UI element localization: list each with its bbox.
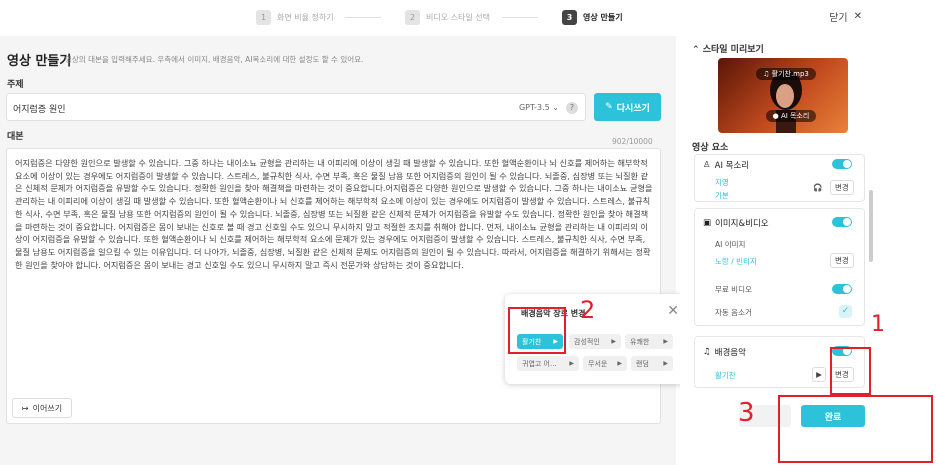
chevron-up-icon: ⌃: [692, 45, 700, 55]
annotation-box: [778, 395, 933, 463]
voice-tag: ● AI 목소리: [766, 110, 816, 122]
close-label: 닫기: [829, 13, 848, 24]
topic-input[interactable]: 어지럼증 원인 GPT-3.5 ⌄ ?: [6, 93, 586, 121]
voice-type: 기본: [715, 191, 729, 200]
rewrite-button[interactable]: ✎ 다시쓰기: [594, 93, 661, 121]
step-label: 비디오 스타일 선택: [426, 12, 490, 22]
mic-icon: ●: [772, 112, 781, 120]
music-card-title: ♫ 배경음악: [703, 346, 746, 358]
annotation-box: [830, 347, 871, 395]
play-icon[interactable]: ▶: [663, 360, 668, 367]
play-icon[interactable]: ▶: [663, 338, 668, 345]
continue-label: 이어쓰기: [32, 403, 63, 413]
image-style-value: 노랑 / 빈티지: [715, 257, 757, 266]
scrollbar[interactable]: [869, 190, 873, 262]
annotation-number: 3: [738, 398, 755, 428]
music-tag: ♫ 활기찬.mp3: [756, 68, 816, 80]
play-icon[interactable]: ▶: [611, 338, 616, 345]
step-divider: [502, 17, 538, 18]
voice-card-title: ♙ AI 목소리: [703, 159, 749, 171]
chip-label: 무서운: [588, 359, 608, 368]
music-note-icon: ♫: [763, 70, 772, 78]
close-icon[interactable]: ✕: [667, 303, 679, 319]
genre-chip[interactable]: 랜덤 ▶: [631, 356, 673, 371]
image-video-label: 이미지&비디오: [715, 219, 769, 229]
step-1[interactable]: 1 화면 비율 정하기: [256, 9, 334, 25]
script-panel: 영상 만들기 영상의 대본을 입력해주세요. 우측에서 이미지, 배경음악, A…: [0, 36, 676, 465]
step-divider: [345, 17, 381, 18]
annotation-number: 1: [871, 312, 885, 337]
music-tag-label: 활기찬.mp3: [771, 70, 809, 78]
rewrite-label: 다시쓰기: [616, 103, 650, 114]
model-select[interactable]: GPT-3.5 ⌄: [519, 103, 559, 112]
annotation-number: 2: [580, 296, 596, 324]
genre-chip[interactable]: 귀엽고 어... ▶: [517, 356, 579, 371]
page-subtitle: 영상의 대본을 입력해주세요. 우측에서 이미지, 배경음악, AI목소리에 대…: [65, 55, 364, 64]
elements-header: 영상 요소: [692, 143, 729, 153]
image-video-title: ▣ 이미지&비디오: [703, 217, 769, 229]
step-3[interactable]: 3 영상 만들기: [562, 9, 623, 25]
chip-label: 랜덤: [636, 359, 649, 368]
voice-title-label: AI 목소리: [714, 161, 750, 171]
step-number: 1: [256, 9, 271, 25]
style-preview-image: ♫ 활기찬.mp3 ● AI 목소리: [718, 58, 848, 133]
image-video-card: ▣ 이미지&비디오 AI 이미지 노랑 / 빈티지 변경 무료 비디오 자동 음소…: [694, 208, 865, 326]
free-video-label: 무료 비디오: [715, 285, 752, 294]
ai-image-label: AI 이미지: [715, 240, 746, 249]
style-preview-header[interactable]: ⌃ 스타일 미리보기: [692, 42, 764, 55]
continue-writing-button[interactable]: ↦ 이어쓰기: [12, 398, 72, 418]
play-icon[interactable]: ▶: [617, 360, 622, 367]
page-title: 영상 만들기: [7, 54, 72, 69]
model-label: GPT-3.5: [518, 103, 550, 112]
genre-chip[interactable]: 감성적인 ▶: [569, 334, 621, 349]
chip-label: 유쾌한: [630, 337, 650, 346]
arrow-right-icon: ↦: [21, 403, 29, 413]
step-label: 영상 만들기: [583, 12, 623, 22]
script-text: 어지럼증은 다양한 원인으로 발생할 수 있습니다. 그중 하나는 내이소뇨 균…: [15, 158, 653, 270]
free-video-toggle[interactable]: [832, 284, 852, 294]
chip-label: 귀엽고 어...: [522, 359, 557, 368]
music-value: 활기찬: [715, 371, 736, 380]
script-label: 대본: [7, 132, 24, 142]
voice-name: 지영: [715, 178, 729, 187]
image-icon: ▣: [703, 218, 712, 228]
help-icon[interactable]: ?: [566, 102, 578, 114]
image-change-button[interactable]: 변경: [830, 253, 854, 268]
voice-toggle[interactable]: [832, 159, 852, 169]
close-button[interactable]: 닫기 ✕: [829, 9, 862, 24]
voice-change-button[interactable]: 변경: [830, 180, 854, 195]
play-icon[interactable]: ▶: [569, 360, 574, 367]
chevron-down-icon: ⌄: [552, 103, 559, 112]
voice-card: ♙ AI 목소리 지영 기본 🎧 변경: [694, 154, 865, 202]
step-number: 3: [562, 9, 577, 25]
topic-label: 주제: [7, 80, 24, 90]
auto-mute-checkbox[interactable]: ✓: [839, 305, 852, 318]
genre-chip[interactable]: 무서운 ▶: [583, 356, 627, 371]
topic-value: 어지럼증 원인: [13, 105, 66, 115]
step-label: 화면 비율 정하기: [277, 12, 334, 22]
chip-label: 감성적인: [574, 337, 600, 346]
headphones-icon[interactable]: 🎧: [813, 183, 822, 192]
step-2[interactable]: 2 비디오 스타일 선택: [405, 9, 490, 25]
play-icon[interactable]: ▶: [812, 367, 826, 382]
app-window: 1 화면 비율 정하기 2 비디오 스타일 선택 3 영상 만들기 닫기 ✕ 영상 만들…: [0, 0, 936, 465]
annotation-box: [508, 307, 566, 354]
style-preview-title: 스타일 미리보기: [702, 45, 764, 55]
voice-tag-label: AI 목소리: [780, 112, 810, 120]
music-title-label: 배경음악: [714, 348, 746, 358]
genre-chip[interactable]: 유쾌한 ▶: [625, 334, 673, 349]
voice-icon: ♙: [703, 160, 711, 170]
image-video-toggle[interactable]: [832, 217, 852, 227]
char-counter: 902/10000: [612, 137, 653, 146]
magic-wand-icon: ✎: [605, 102, 613, 112]
close-icon: ✕: [853, 11, 862, 22]
step-number: 2: [405, 9, 420, 25]
auto-mute-label: 자동 음소거: [715, 308, 752, 317]
music-note-icon: ♫: [703, 347, 711, 357]
